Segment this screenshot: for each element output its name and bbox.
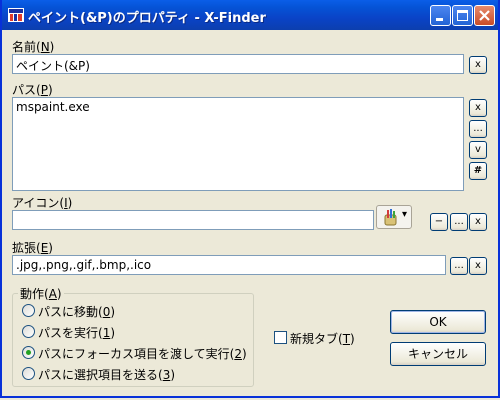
name-label-text: 名前(	[12, 40, 41, 54]
radio-text: パスに選択項目を送る(	[38, 368, 163, 382]
radio-label: パスに選択項目を送る(3)	[38, 366, 175, 383]
path-hash-button[interactable]: #	[469, 162, 487, 180]
path-clear-button[interactable]: x	[469, 99, 487, 117]
name-label-key: N	[40, 40, 50, 54]
name-label: 名前(N)	[12, 38, 54, 55]
radio-label: パスにフォーカス項目を渡して実行(2)	[38, 345, 247, 362]
radio-label: パスを実行(1)	[38, 324, 115, 341]
ok-button[interactable]: OK	[390, 310, 486, 334]
maximize-icon	[457, 10, 468, 21]
maximize-button[interactable]	[452, 5, 473, 26]
title-bar[interactable]: ペイント(&P)のプロパティ - X-Finder	[2, 0, 498, 30]
ext-field[interactable]: .jpg,.png,.gif,.bmp,.ico	[12, 255, 446, 275]
action-title-key: A	[48, 287, 57, 301]
new-tab-label[interactable]: 新規タブ(T)	[290, 330, 355, 347]
radio-key: 2	[234, 347, 242, 361]
radio-text: パスに移動(	[38, 305, 103, 319]
minimize-button[interactable]	[430, 5, 451, 26]
icon-field[interactable]	[12, 210, 374, 230]
properties-window: ペイント(&P)のプロパティ - X-Finder 名前(N) ペイント(&P)…	[0, 0, 500, 398]
new-tab-close: )	[350, 332, 355, 346]
path-label-text: パス(	[12, 83, 41, 97]
ext-label-text: 拡張(	[12, 241, 41, 255]
ext-label-close: )	[48, 241, 53, 255]
path-field[interactable]: mspaint.exe	[12, 97, 464, 191]
icon-remove-button[interactable]: −	[430, 213, 448, 231]
radio-close: )	[110, 305, 116, 319]
action-title-text: 動作(	[20, 287, 49, 301]
radio-button[interactable]	[22, 367, 35, 380]
new-tab-text: 新規タブ(	[290, 332, 343, 346]
radio-button[interactable]	[22, 325, 35, 338]
icon-browse-button[interactable]: ...	[450, 213, 468, 231]
cancel-button[interactable]: キャンセル	[390, 342, 486, 366]
window-title: ペイント(&P)のプロパティ - X-Finder	[28, 11, 266, 26]
radio-button-selected[interactable]	[22, 346, 35, 359]
path-browse-button[interactable]: ...	[469, 120, 487, 138]
ext-label: 拡張(E)	[12, 239, 53, 256]
icon-clear-button[interactable]: x	[469, 213, 487, 231]
radio-selected-dot	[26, 350, 31, 355]
path-down-button[interactable]: v	[469, 141, 487, 159]
name-clear-button[interactable]: x	[469, 56, 487, 74]
icon-label-text: アイコン(	[12, 196, 65, 210]
path-label: パス(P)	[12, 81, 53, 98]
paint-brush-icon	[384, 209, 397, 226]
ext-clear-button[interactable]: x	[469, 257, 487, 275]
radio-label: パスに移動(0)	[38, 303, 115, 320]
name-field[interactable]: ペイント(&P)	[12, 54, 464, 74]
radio-text: パスを実行(	[38, 326, 103, 340]
path-label-key: P	[40, 83, 48, 97]
radio-close: )	[110, 326, 116, 340]
xfinder-app-icon	[8, 8, 24, 22]
radio-button[interactable]	[22, 304, 35, 317]
close-button[interactable]	[474, 5, 495, 26]
ext-browse-button[interactable]: ...	[450, 257, 468, 275]
combo-arrow-icon: ▾	[402, 209, 408, 220]
path-label-close: )	[47, 83, 53, 97]
new-tab-key: T	[342, 332, 351, 346]
close-icon	[479, 10, 490, 21]
action-group-title: 動作(A)	[18, 285, 64, 302]
name-label-close: )	[49, 40, 55, 54]
icon-label: アイコン(I)	[12, 194, 72, 211]
action-title-close: )	[56, 287, 62, 301]
minimize-icon	[436, 18, 443, 21]
new-tab-checkbox[interactable]	[274, 331, 287, 344]
radio-text: パスにフォーカス項目を渡して実行(	[38, 347, 235, 361]
radio-close: )	[170, 368, 176, 382]
icon-picker-combo[interactable]: ▾	[376, 205, 412, 229]
icon-label-close: )	[67, 196, 73, 210]
radio-close: )	[241, 347, 247, 361]
